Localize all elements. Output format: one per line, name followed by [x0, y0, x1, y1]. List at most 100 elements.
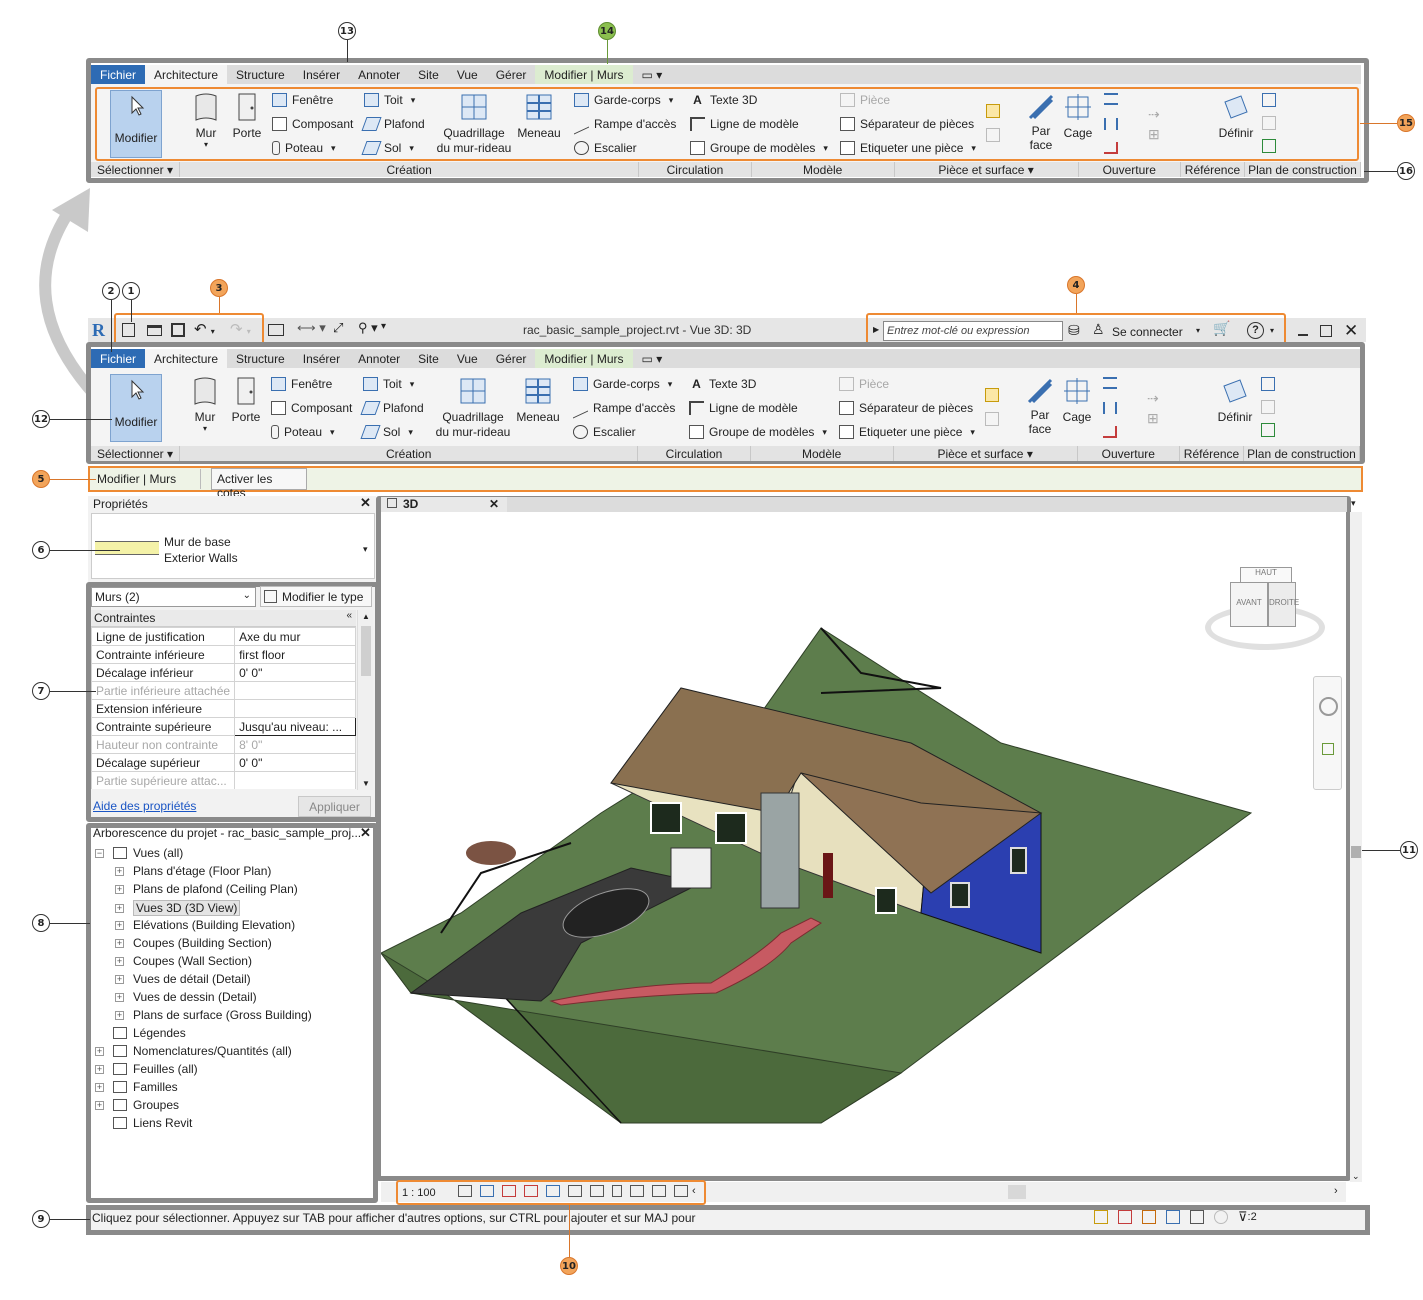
- toit-button-top[interactable]: Toit ▾: [364, 93, 415, 107]
- detail-level-icon[interactable]: [458, 1185, 472, 1197]
- property-row[interactable]: Extension inférieure: [91, 699, 356, 718]
- tree-item[interactable]: Légendes: [95, 1026, 186, 1040]
- signin-button[interactable]: Se connecter: [1112, 325, 1183, 339]
- properties-scrollbar[interactable]: ▲ ▼: [357, 610, 373, 790]
- reveal-hidden-icon[interactable]: [652, 1185, 666, 1197]
- piece-button[interactable]: Pièce: [839, 377, 889, 391]
- tree-item[interactable]: + Familles: [95, 1080, 178, 1094]
- workplane-small-icons-top[interactable]: [1262, 93, 1276, 155]
- render-icon[interactable]: [546, 1185, 560, 1197]
- workplane-small-icons[interactable]: [1261, 377, 1275, 439]
- escalier-button[interactable]: Escalier: [573, 425, 636, 439]
- area-boundary-icon-top[interactable]: [986, 128, 1000, 142]
- rampe-button-top[interactable]: Rampe d'accès: [574, 113, 676, 135]
- shadows-icon[interactable]: [524, 1185, 538, 1197]
- expand-icon[interactable]: +: [115, 992, 124, 1002]
- tree-item[interactable]: + Coupes (Building Section): [115, 936, 272, 950]
- porte-button[interactable]: Porte: [228, 376, 264, 425]
- plafond-button-top[interactable]: Plafond: [361, 117, 425, 131]
- escalier-button-top[interactable]: Escalier: [574, 141, 637, 155]
- binoculars-icon[interactable]: ⛁: [1068, 322, 1080, 339]
- groupe-modeles-button-top[interactable]: Groupe de modèles ▾: [690, 141, 828, 155]
- tab-modifier-murs[interactable]: Modifier | Murs: [535, 65, 633, 84]
- property-value[interactable]: 0' 0": [234, 663, 356, 682]
- tab-architecture[interactable]: Architecture: [145, 65, 228, 84]
- property-row[interactable]: Partie inférieure attachée: [91, 681, 356, 700]
- vertical-opening-icon-top[interactable]: [1104, 118, 1118, 130]
- tab-inserer[interactable]: Insérer: [294, 65, 349, 84]
- modifier-button-top[interactable]: Modifier: [110, 90, 162, 158]
- wall-opening-icon[interactable]: [1103, 377, 1117, 389]
- tree-item[interactable]: + Vues de détail (Detail): [115, 972, 251, 986]
- tree-item[interactable]: + Vues de dessin (Detail): [115, 990, 257, 1004]
- view-tabs-dropdown-icon[interactable]: ▾: [1351, 498, 1356, 509]
- viewcube-right[interactable]: DROITE: [1268, 582, 1299, 627]
- property-value[interactable]: [234, 681, 356, 700]
- maximize-button[interactable]: [1320, 325, 1332, 337]
- cart-icon[interactable]: 🛒: [1213, 320, 1230, 337]
- definir-button-top[interactable]: Définir: [1214, 92, 1258, 141]
- temp-hide-icon[interactable]: [630, 1185, 644, 1197]
- property-row[interactable]: Décalage supérieur 0' 0": [91, 753, 356, 772]
- property-row[interactable]: Ligne de justification Axe du mur: [91, 627, 356, 646]
- dormer-icon-top[interactable]: [1104, 142, 1118, 154]
- garde-corps-button[interactable]: Garde-corps ▾: [573, 377, 672, 391]
- property-value[interactable]: [234, 699, 356, 718]
- tab-annoter[interactable]: Annoter: [349, 349, 409, 368]
- tab-panel-dropdown[interactable]: ▭ ▾: [633, 65, 672, 84]
- tab-inserer[interactable]: Insérer: [294, 349, 349, 368]
- filter-icon[interactable]: ⊽: [1238, 1209, 1248, 1225]
- definir-button[interactable]: Définir: [1213, 376, 1257, 425]
- qat-new-icon[interactable]: [122, 323, 135, 337]
- view-tab-close-icon[interactable]: ✕: [489, 497, 499, 511]
- etiqueter-button-top[interactable]: Etiqueter une pièce ▾: [840, 141, 976, 155]
- wall-opening-icon-top[interactable]: [1104, 93, 1118, 105]
- tab-site[interactable]: Site: [409, 65, 448, 84]
- revit-logo[interactable]: R: [92, 320, 105, 341]
- expand-icon[interactable]: +: [95, 1064, 104, 1074]
- toit-button[interactable]: Toit ▾: [363, 377, 414, 391]
- qat-save-icon[interactable]: [171, 323, 185, 337]
- edit-type-button[interactable]: Modifier le type: [260, 586, 372, 607]
- property-row[interactable]: Hauteur non contrainte 8' 0": [91, 735, 356, 754]
- tab-structure[interactable]: Structure: [227, 65, 294, 84]
- select-underlay-icon[interactable]: [1118, 1210, 1132, 1224]
- area-icon[interactable]: [985, 388, 999, 402]
- separateur-button-top[interactable]: Séparateur de pièces: [840, 117, 974, 131]
- cage-button-top[interactable]: Cage: [1060, 92, 1096, 141]
- reference-icons[interactable]: ⇢ ⊞: [1147, 388, 1165, 428]
- rampe-button[interactable]: Rampe d'accès: [573, 397, 675, 419]
- tree-item[interactable]: + Nomenclatures/Quantités (all): [95, 1044, 292, 1058]
- qat-measure-icon[interactable]: ⟷ ▾: [297, 320, 326, 336]
- qat-customize-icon[interactable]: ▾: [381, 321, 386, 332]
- tree-item[interactable]: + Coupes (Wall Section): [115, 954, 252, 968]
- expand-icon[interactable]: +: [115, 920, 124, 930]
- properties-group-header[interactable]: Contraintes «: [91, 610, 356, 627]
- tab-site[interactable]: Site: [409, 349, 448, 368]
- panel-piece-surface[interactable]: Pièce et surface ▾: [894, 446, 1078, 461]
- drag-elements-icon[interactable]: [1190, 1210, 1204, 1224]
- separateur-button[interactable]: Séparateur de pièces: [839, 401, 973, 415]
- viewcube-front[interactable]: AVANT: [1230, 582, 1268, 627]
- piece-button-top[interactable]: Pièce: [840, 93, 890, 107]
- property-value[interactable]: 8' 0": [234, 735, 356, 754]
- tree-item[interactable]: + Vues 3D (3D View): [115, 900, 241, 916]
- quadrillage-button[interactable]: Quadrillage du mur-rideau: [431, 376, 515, 440]
- texte3d-button-top[interactable]: A Texte 3D: [690, 93, 757, 107]
- tab-architecture[interactable]: Architecture: [145, 349, 228, 368]
- property-row[interactable]: Contrainte inférieure first floor: [91, 645, 356, 664]
- property-value[interactable]: 0' 0": [234, 753, 356, 772]
- sun-path-icon[interactable]: [502, 1185, 516, 1197]
- viewcube[interactable]: AVANT DROITE HAUT: [1200, 560, 1330, 660]
- expand-icon[interactable]: +: [115, 938, 124, 948]
- view-control-collapse-icon[interactable]: ‹: [692, 1185, 696, 1197]
- tree-item[interactable]: + Plans de plafond (Ceiling Plan): [115, 882, 298, 896]
- select-by-face-icon[interactable]: [1166, 1210, 1180, 1224]
- vertical-opening-icon[interactable]: [1103, 402, 1117, 414]
- texte3d-button[interactable]: A Texte 3D: [689, 377, 756, 391]
- tab-panel-dropdown[interactable]: ▭ ▾: [633, 349, 672, 368]
- status-icons[interactable]: ⊽ :2: [1094, 1209, 1294, 1225]
- panel-piece-surface[interactable]: Pièce et surface ▾: [895, 162, 1079, 177]
- expand-icon[interactable]: +: [115, 884, 124, 894]
- tab-gerer[interactable]: Gérer: [487, 349, 536, 368]
